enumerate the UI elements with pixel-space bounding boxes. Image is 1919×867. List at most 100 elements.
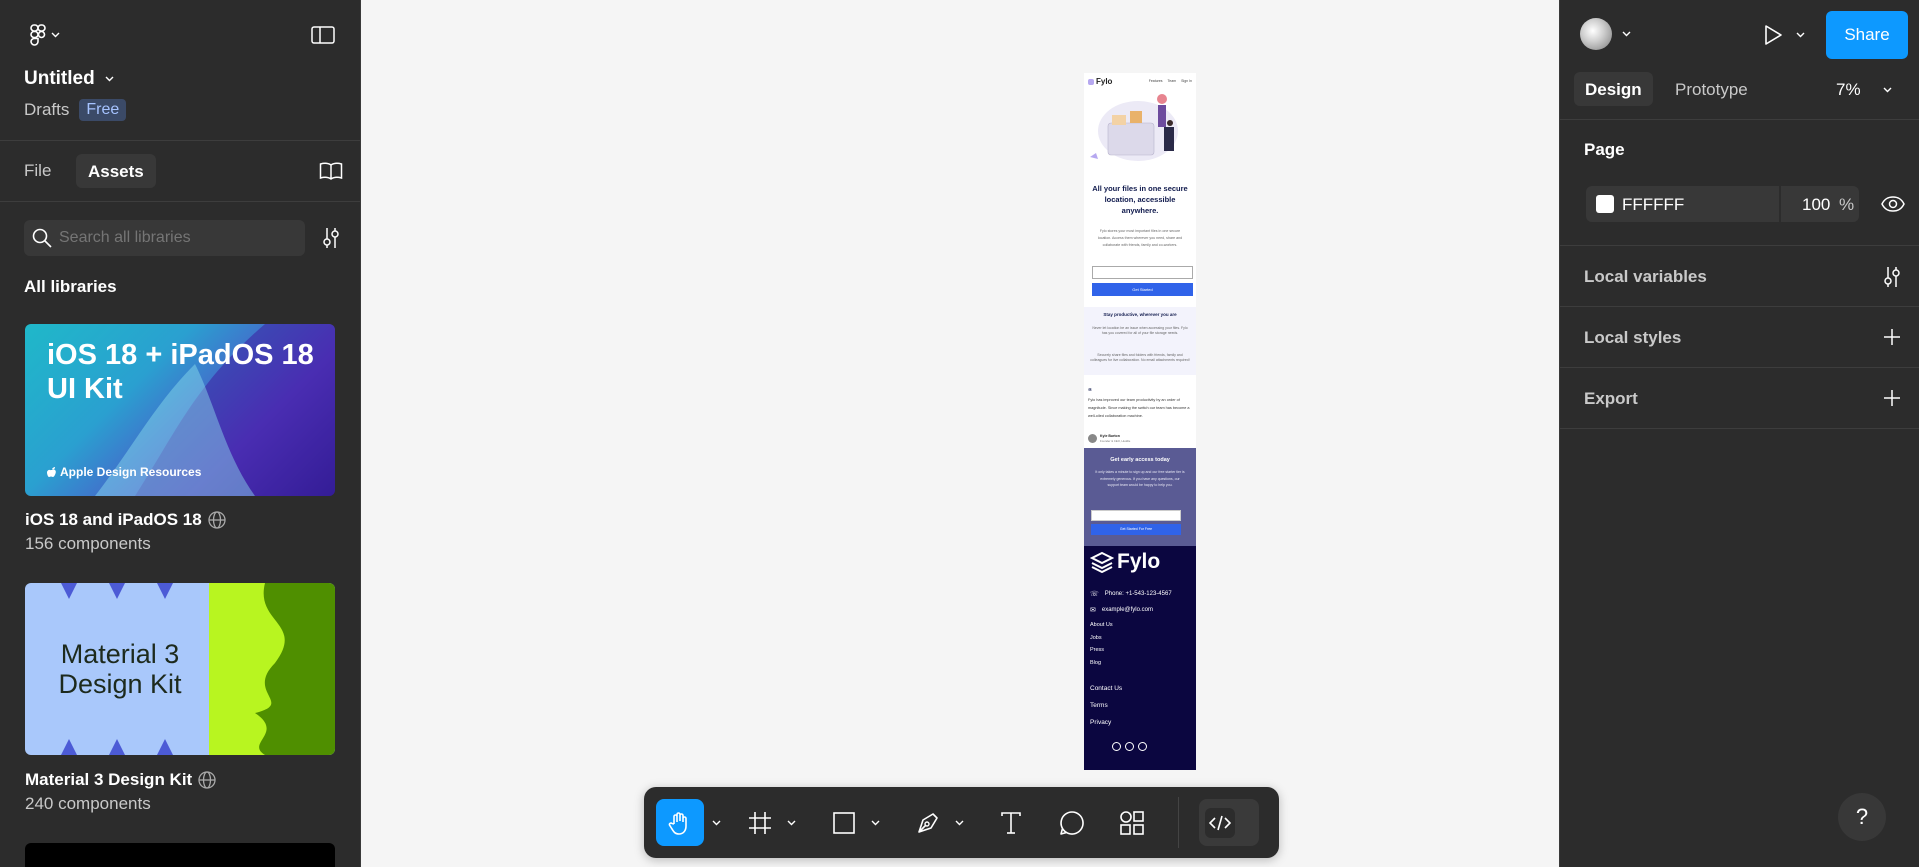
design-headline: All your files in one secure location, a… (1092, 184, 1188, 215)
globe-icon (208, 511, 226, 529)
email-icon: ✉ (1090, 607, 1096, 614)
design-early-cta: Get Started For Free (1091, 524, 1181, 535)
design-productive-title: Stay productive, wherever you are (1103, 312, 1177, 317)
local-styles-row[interactable]: Local styles (1560, 307, 1919, 368)
file-title-button[interactable]: Untitled (24, 68, 114, 90)
help-button[interactable]: ? (1838, 793, 1886, 841)
footer-link: Contact Us (1090, 685, 1123, 692)
present-button[interactable] (1760, 20, 1786, 50)
toggle-visibility-button[interactable] (1878, 191, 1908, 217)
design-frame[interactable]: Fylo Features Team Sign In All your file… (1084, 73, 1196, 770)
social-icons (1112, 742, 1147, 751)
frame-tool-button[interactable] (740, 799, 780, 846)
export-row[interactable]: Export (1560, 368, 1919, 429)
design-intro: Fylo stores your most important files in… (1097, 229, 1183, 247)
hand-tool-menu[interactable] (707, 799, 725, 846)
design-nav-link: Features (1148, 79, 1163, 83)
comment-icon (1059, 810, 1085, 836)
design-productive-p1: Never let location be an issue when acce… (1092, 326, 1188, 335)
library-count: 156 components (25, 534, 151, 553)
chevron-down-icon (712, 820, 721, 826)
eye-icon (1881, 196, 1905, 212)
pen-icon (915, 810, 941, 836)
file-title: Untitled (24, 68, 95, 89)
avatar (1580, 18, 1612, 50)
footer-link: Terms (1090, 702, 1108, 709)
plus-icon[interactable] (1883, 389, 1901, 407)
search-icon (32, 228, 52, 248)
plus-icon[interactable] (1883, 328, 1901, 346)
author-avatar (1088, 434, 1097, 443)
tab-assets[interactable]: Assets (76, 154, 156, 188)
hand-icon (666, 809, 694, 837)
phone-icon: ☏ (1090, 591, 1099, 598)
chevron-down-icon (1622, 31, 1631, 37)
design-nav-link: Team (1167, 79, 1177, 83)
library-button[interactable] (316, 158, 346, 184)
pen-tool-button[interactable] (908, 799, 948, 846)
design-early-input (1091, 510, 1181, 521)
frame-tool-menu[interactable] (782, 799, 800, 846)
library-card-ios[interactable]: iOS 18 + iPadOS 18 UI Kit Apple Design R… (25, 324, 335, 496)
design-author: Kyle Burton (1100, 434, 1120, 438)
library-search[interactable] (24, 220, 305, 256)
left-sidebar: Untitled Drafts Free File Assets All lib… (0, 0, 361, 867)
card-thumb-title: iOS 18 + iPadOS 18 UI Kit (47, 339, 314, 405)
tab-file[interactable]: File (24, 161, 51, 181)
main-menu-button[interactable] (22, 20, 66, 50)
library-card-partial[interactable] (25, 843, 335, 867)
user-menu[interactable] (1580, 18, 1631, 50)
tab-prototype[interactable]: Prototype (1675, 80, 1748, 100)
bottom-toolbar (644, 787, 1279, 858)
design-cta: Get Started (1092, 283, 1193, 296)
footer-link: Privacy (1090, 719, 1112, 726)
design-early-title: Get early access today (1110, 457, 1170, 463)
toggle-sidebar-button[interactable] (308, 22, 338, 48)
design-quote: Fylo has improved our team productivity … (1088, 398, 1190, 418)
design-footer-brand: Fylo (1117, 550, 1161, 573)
color-swatch[interactable] (1596, 195, 1614, 213)
figma-logo-icon (29, 24, 47, 46)
toolbar-divider (1178, 797, 1179, 848)
design-phone: Phone: +1-543-123-4567 (1104, 591, 1172, 597)
instagram-icon (1138, 742, 1147, 751)
local-variables-row[interactable]: Local variables (1560, 246, 1919, 307)
library-name[interactable]: iOS 18 and iPadOS 18 (25, 510, 202, 530)
apple-logo-icon (47, 466, 57, 478)
export-label: Export (1584, 389, 1638, 408)
opacity-unit: % (1839, 195, 1855, 214)
sliders-icon[interactable] (1882, 266, 1902, 288)
comment-tool-button[interactable] (1052, 799, 1092, 846)
page-opacity-value[interactable]: 100 (1802, 195, 1830, 215)
design-links-a: About Us Jobs Press Blog (1090, 619, 1113, 670)
pen-tool-menu[interactable] (950, 799, 968, 846)
plan-badge: Free (79, 99, 127, 121)
chevron-down-icon (51, 32, 60, 38)
tab-design[interactable]: Design (1574, 72, 1653, 106)
hand-tool-button[interactable] (656, 799, 704, 846)
filter-button[interactable] (316, 224, 346, 252)
actions-tool-button[interactable] (1112, 799, 1152, 846)
shape-tool-button[interactable] (824, 799, 864, 846)
chevron-down-icon (787, 820, 796, 826)
sliders-icon (321, 227, 341, 249)
canvas[interactable]: Fylo Features Team Sign In All your file… (361, 0, 1559, 867)
design-nav-link: Sign In (1181, 79, 1192, 83)
present-menu[interactable] (1792, 26, 1808, 44)
file-location[interactable]: Drafts (24, 100, 69, 120)
page-color-value[interactable]: FFFFFF (1622, 195, 1684, 215)
text-tool-button[interactable] (991, 799, 1031, 846)
page-fill-field[interactable]: FFFFFF 100 % (1586, 186, 1859, 222)
dev-mode-toggle[interactable] (1199, 799, 1259, 846)
share-button[interactable]: Share (1826, 11, 1908, 59)
library-name[interactable]: Material 3 Design Kit (25, 770, 192, 790)
globe-icon (198, 771, 216, 789)
book-icon (319, 162, 343, 180)
card-thumb-title: Material 3 Design Kit (58, 639, 182, 699)
zoom-control[interactable]: 7% (1836, 80, 1892, 100)
field-divider (1779, 186, 1781, 222)
search-input[interactable] (59, 220, 299, 256)
shape-tool-menu[interactable] (866, 799, 884, 846)
library-card-material[interactable]: Material 3 Design Kit (25, 583, 335, 755)
design-productive-section (1084, 307, 1196, 375)
